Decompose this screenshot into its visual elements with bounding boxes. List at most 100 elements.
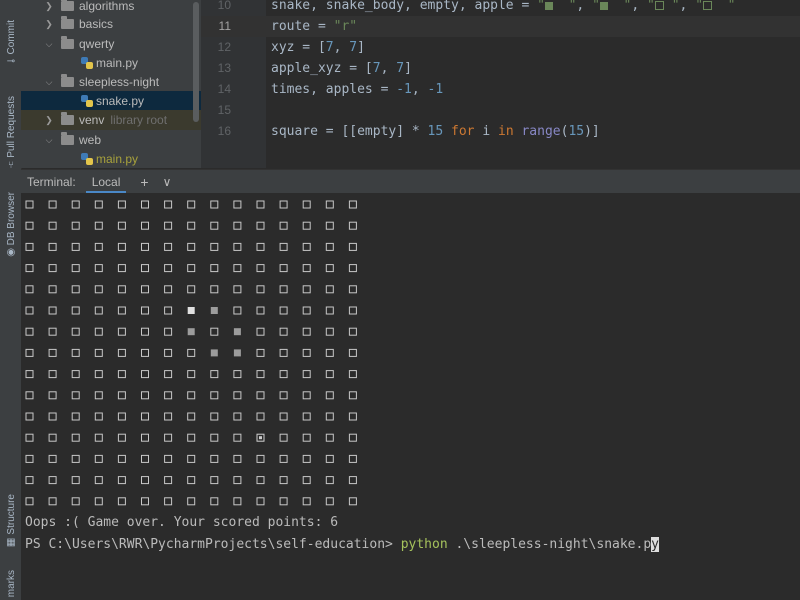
tree-item-web[interactable]: ⌵ web bbox=[21, 130, 201, 150]
empty-cell bbox=[256, 221, 265, 230]
empty-cell bbox=[279, 476, 288, 485]
empty-cell bbox=[348, 327, 357, 336]
empty-cell bbox=[348, 306, 357, 315]
snake-head-cell bbox=[187, 307, 195, 314]
empty-cell bbox=[256, 454, 265, 463]
pull-requests-tab[interactable]: Pull Requests ⑂ bbox=[2, 96, 20, 172]
folder-icon bbox=[61, 16, 74, 29]
tree-item-label: snake.py bbox=[96, 94, 145, 108]
empty-cell bbox=[187, 285, 196, 294]
empty-cell bbox=[279, 306, 288, 315]
prompt-path: PS C:\Users\RWR\PycharmProjects\self-edu… bbox=[25, 537, 401, 552]
chevron-right-icon[interactable]: ❯ bbox=[43, 115, 55, 126]
empty-cell bbox=[25, 476, 34, 485]
empty-cell bbox=[164, 412, 173, 421]
tree-item-label: qwerty bbox=[79, 37, 115, 51]
chevron-right-icon[interactable]: ❯ bbox=[43, 19, 55, 30]
commit-tab-label: Commit bbox=[5, 20, 17, 55]
empty-cell bbox=[141, 200, 149, 209]
empty-cell bbox=[210, 370, 219, 379]
empty-cell bbox=[233, 412, 242, 421]
tree-item-web-main-py[interactable]: main.py bbox=[21, 149, 201, 168]
empty-cell bbox=[279, 391, 288, 400]
empty-cell bbox=[141, 221, 149, 230]
chevron-down-icon[interactable]: ⌵ bbox=[43, 135, 55, 146]
structure-tab[interactable]: Structure ▦ bbox=[2, 494, 20, 549]
terminal-dropdown-chevron-down-icon[interactable]: ∨ bbox=[163, 175, 172, 189]
empty-cell bbox=[256, 348, 265, 357]
empty-cell bbox=[325, 454, 334, 463]
empty-cell bbox=[117, 476, 126, 485]
empty-cell bbox=[48, 433, 57, 442]
code-line: 13 apple_xyz = [7, 7] bbox=[201, 58, 800, 79]
python-file-icon bbox=[81, 95, 93, 107]
code-line-11: route = "r" bbox=[271, 19, 358, 34]
empty-cell bbox=[141, 370, 149, 379]
add-terminal-button[interactable]: + bbox=[140, 174, 148, 190]
line-number: 13 bbox=[217, 61, 231, 75]
empty-cell bbox=[71, 497, 80, 506]
empty-cell bbox=[302, 497, 311, 506]
db-browser-tab[interactable]: DB Browser ◉ bbox=[2, 192, 20, 259]
terminal-tab-bar: Terminal: Local + ∨ bbox=[21, 169, 800, 194]
empty-cell bbox=[141, 306, 149, 315]
empty-cell bbox=[117, 391, 126, 400]
command-name: python bbox=[400, 537, 448, 552]
empty-cell bbox=[71, 412, 80, 421]
code-line: 10 snake, snake_body, empty, apple = " "… bbox=[201, 0, 800, 16]
bookmarks-tab[interactable]: marks bbox=[2, 570, 20, 597]
empty-cell bbox=[141, 454, 149, 463]
empty-cell bbox=[302, 285, 311, 294]
chevron-right-icon[interactable]: ❯ bbox=[43, 1, 55, 12]
empty-cell bbox=[94, 476, 103, 485]
empty-cell bbox=[48, 412, 57, 421]
empty-cell bbox=[325, 476, 334, 485]
empty-cell bbox=[187, 433, 196, 442]
line-number: 11 bbox=[218, 19, 231, 33]
commit-icon: ⊸ bbox=[6, 56, 16, 68]
empty-cell bbox=[348, 454, 357, 463]
tree-item-qwerty[interactable]: ⌵ qwerty bbox=[21, 34, 201, 54]
empty-cell bbox=[256, 497, 265, 506]
empty-cell bbox=[164, 285, 173, 294]
empty-cell bbox=[302, 327, 311, 336]
empty-cell bbox=[141, 391, 149, 400]
tree-item-snake-py[interactable]: snake.py bbox=[21, 91, 201, 111]
empty-cell bbox=[164, 242, 173, 251]
empty-cell bbox=[279, 412, 288, 421]
line-number: 15 bbox=[217, 103, 231, 117]
empty-cell bbox=[94, 348, 103, 357]
empty-cell bbox=[94, 370, 103, 379]
empty-cell bbox=[164, 327, 173, 336]
empty-cell bbox=[256, 412, 265, 421]
tab-local[interactable]: Local bbox=[85, 170, 127, 194]
empty-cell bbox=[233, 370, 242, 379]
empty-cell bbox=[117, 242, 126, 251]
empty-cell bbox=[302, 391, 311, 400]
pull-requests-icon: ⑂ bbox=[8, 159, 14, 171]
terminal-prompt-line[interactable]: PS C:\Users\RWR\PycharmProjects\self-edu… bbox=[25, 537, 659, 552]
empty-cell bbox=[71, 264, 80, 273]
tree-scrollbar[interactable] bbox=[193, 2, 199, 122]
empty-cell bbox=[210, 454, 219, 463]
code-line-10: snake, snake_body, empty, apple = " ", "… bbox=[271, 0, 736, 13]
tree-item-sleepless-night[interactable]: ⌵ sleepless-night bbox=[21, 72, 201, 92]
empty-cell bbox=[302, 412, 311, 421]
code-editor[interactable]: 10 snake, snake_body, empty, apple = " "… bbox=[201, 0, 800, 168]
tree-item-basics[interactable]: ❯ basics bbox=[21, 14, 201, 34]
empty-cell bbox=[48, 306, 57, 315]
chevron-down-icon[interactable]: ⌵ bbox=[43, 77, 55, 88]
terminal-output[interactable]: Oops :( Game over. Your scored points: 6… bbox=[21, 193, 800, 600]
empty-cell bbox=[348, 497, 357, 506]
tree-item-venv[interactable]: ❯ venv library root bbox=[21, 110, 201, 130]
empty-cell bbox=[48, 454, 57, 463]
code-line: 12 xyz = [7, 7] bbox=[201, 37, 800, 58]
apple-dot bbox=[259, 436, 262, 440]
tree-item-label: main.py bbox=[96, 56, 139, 70]
chevron-down-icon[interactable]: ⌵ bbox=[43, 39, 55, 50]
empty-cell bbox=[71, 391, 80, 400]
empty-cell bbox=[325, 497, 334, 506]
empty-cell bbox=[164, 391, 173, 400]
tree-item-qwerty-main-py[interactable]: main.py bbox=[21, 53, 201, 73]
commit-tab[interactable]: Commit ⊸ bbox=[2, 20, 20, 68]
